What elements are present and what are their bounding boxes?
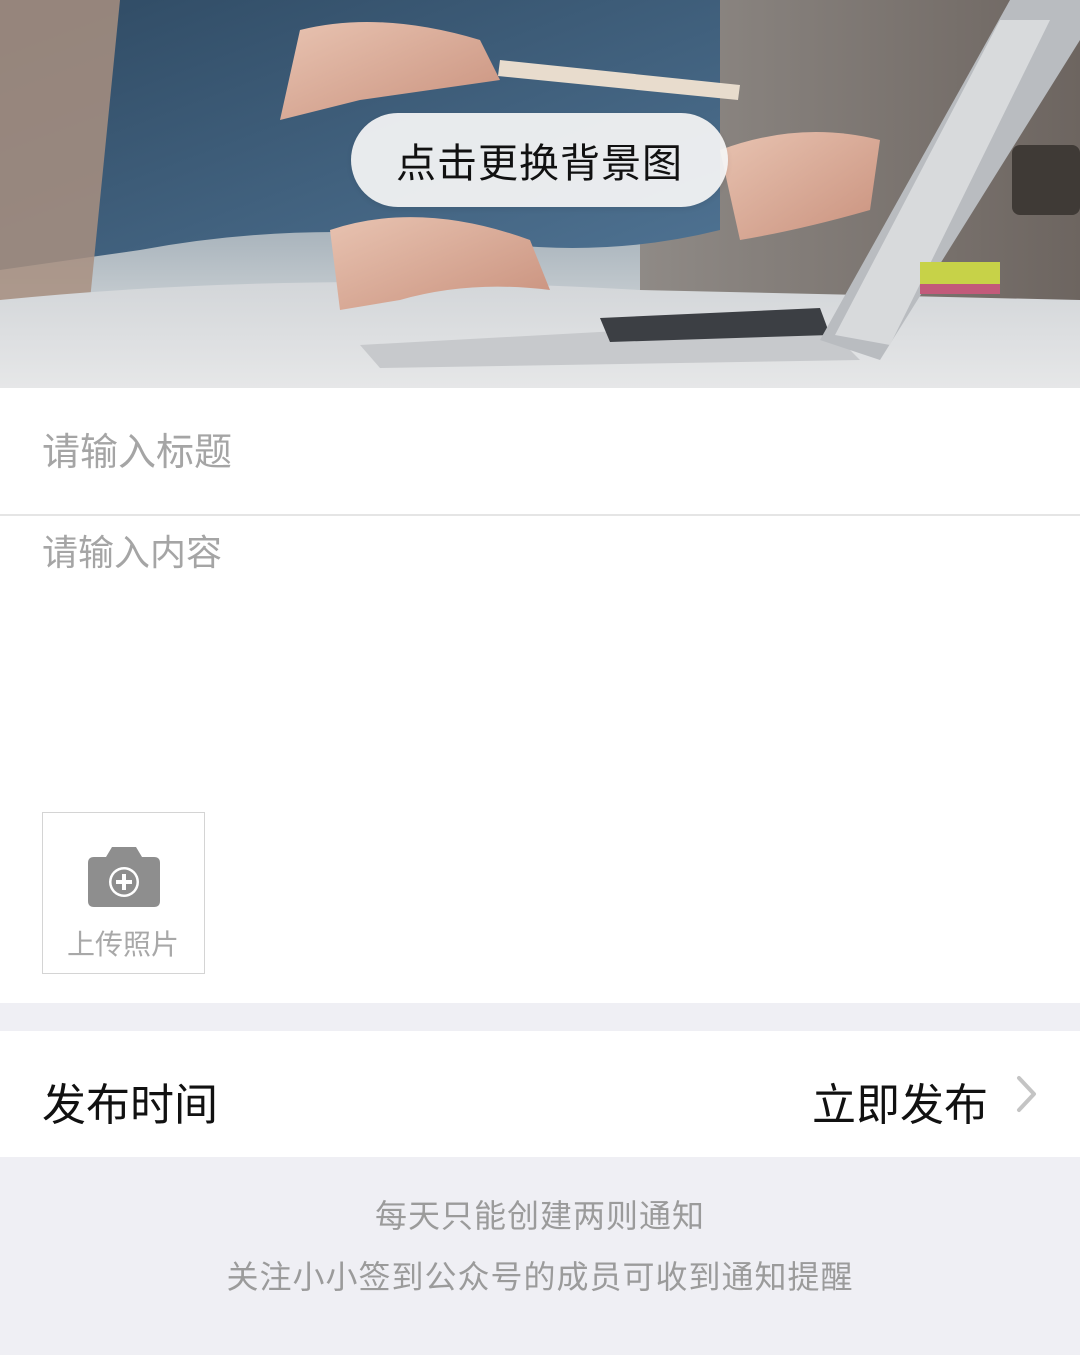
camera-plus-icon xyxy=(88,847,160,907)
change-background-button[interactable]: 点击更换背景图 xyxy=(351,113,728,207)
publish-time-value: 立即发布 xyxy=(812,1080,988,1131)
upload-photo-button[interactable]: 上传照片 xyxy=(42,812,205,974)
chevron-right-icon xyxy=(1017,1076,1036,1112)
notification-form: 上传照片 xyxy=(0,388,1080,1003)
follow-reminder-note: 关注小小签到公众号的成员可收到通知提醒 xyxy=(226,1258,854,1296)
title-row xyxy=(0,388,1080,516)
notice-footer: 每天只能创建两则通知 关注小小签到公众号的成员可收到通知提醒 xyxy=(0,1157,1080,1355)
publish-time-label: 发布时间 xyxy=(42,1080,218,1131)
background-image[interactable]: 点击更换背景图 xyxy=(0,0,1080,388)
title-input[interactable] xyxy=(42,422,1032,482)
upload-photo-label: 上传照片 xyxy=(66,928,179,961)
daily-limit-note: 每天只能创建两则通知 xyxy=(374,1197,705,1235)
publish-time-row[interactable]: 发布时间 立即发布 xyxy=(0,1031,1080,1157)
content-input[interactable] xyxy=(42,528,1032,798)
notification-create-page: 点击更换背景图 上传照片 发布时间 立即发布 每天只能创建两则通知 关注小小签 xyxy=(0,0,1080,1355)
